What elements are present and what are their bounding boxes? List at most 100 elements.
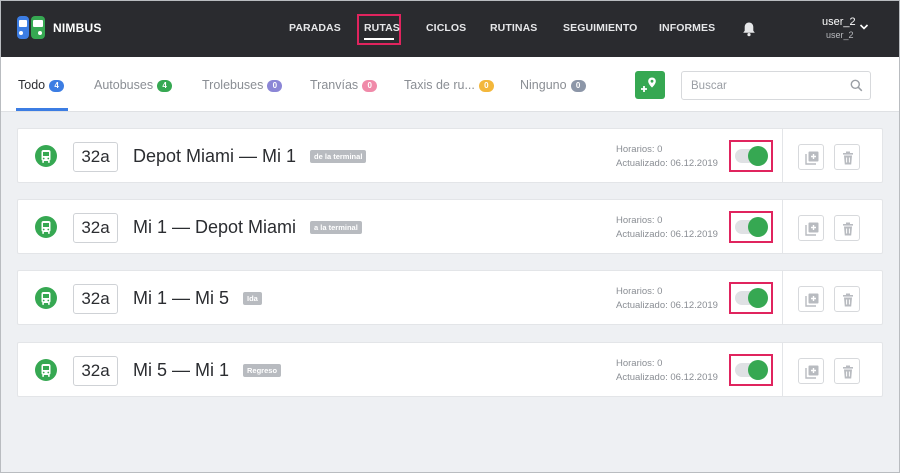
brand-name: NIMBUS (53, 21, 102, 35)
count-badge: 0 (478, 80, 494, 92)
bus-icon (35, 359, 57, 381)
copy-route-button[interactable] (798, 286, 824, 312)
tab-label: Ninguno (520, 78, 567, 92)
filter-bar: Todo 4 Autobuses 4 Trolebuses 0 Tranvías 0 T… (0, 57, 900, 112)
route-meta: Horarios: 0 Actualizado: 06.12.2019 (616, 214, 718, 242)
nimbus-logo-icon (17, 16, 45, 39)
delete-route-button[interactable] (834, 215, 860, 241)
tab-label: Autobuses (94, 78, 154, 92)
bus-icon (35, 145, 57, 167)
updated-date: Actualizado: 06.12.2019 (616, 372, 718, 383)
nav-ciclos[interactable]: CICLOS (426, 22, 466, 34)
updated-date: Actualizado: 06.12.2019 (616, 229, 718, 240)
route-card[interactable]: 32a Depot Miami — Mi 1 de la terminal Hor… (17, 128, 883, 183)
count-badge: 0 (267, 80, 283, 92)
bell-icon[interactable] (741, 21, 757, 37)
route-meta: Horarios: 0 Actualizado: 06.12.2019 (616, 285, 718, 313)
route-name[interactable]: Depot Miami — Mi 1 de la terminal (133, 146, 367, 167)
trash-icon (843, 365, 853, 379)
tab-trolebuses[interactable]: Trolebuses 0 (202, 78, 283, 92)
active-tab-underline (16, 108, 68, 111)
count-badge: 0 (362, 80, 378, 92)
route-name-text: Mi 5 — Mi 1 (133, 360, 230, 380)
delete-route-button[interactable] (834, 144, 860, 170)
route-active-toggle[interactable] (735, 146, 768, 166)
nav-seguimiento[interactable]: SEGUIMIENTO (563, 22, 637, 34)
nav-paradas[interactable]: PARADAS (289, 22, 341, 34)
user-name[interactable]: user_2 (822, 16, 856, 28)
copy-add-icon (805, 222, 819, 236)
schedules-count: Horarios: 0 (616, 358, 663, 369)
search-icon[interactable] (850, 79, 863, 92)
tab-taxis[interactable]: Taxis de ru... 0 (404, 78, 494, 92)
tab-label: Todo (18, 78, 46, 92)
add-route-button[interactable] (635, 71, 665, 99)
delete-route-button[interactable] (834, 358, 860, 384)
route-name[interactable]: Mi 1 — Depot Miami a la terminal (133, 217, 362, 238)
copy-route-button[interactable] (798, 215, 824, 241)
route-number[interactable]: 32a (73, 356, 118, 386)
updated-date: Actualizado: 06.12.2019 (616, 158, 718, 169)
route-name-text: Mi 1 — Depot Miami (133, 217, 297, 237)
copy-route-button[interactable] (798, 358, 824, 384)
schedules-count: Horarios: 0 (616, 286, 663, 297)
route-card[interactable]: 32a Mi 5 — Mi 1 Regreso Horarios: 0 Actua… (17, 342, 883, 397)
direction-tag: Regreso (243, 364, 282, 377)
divider (782, 200, 783, 253)
updated-date: Actualizado: 06.12.2019 (616, 300, 718, 311)
route-meta: Horarios: 0 Actualizado: 06.12.2019 (616, 357, 718, 385)
nav-rutinas[interactable]: RUTINAS (490, 22, 537, 34)
direction-tag: de la terminal (310, 150, 367, 163)
divider (782, 271, 783, 324)
toggle-knob (748, 288, 768, 308)
bus-icon (35, 216, 57, 238)
count-badge: 0 (570, 80, 586, 92)
user-subtitle: user_2 (826, 30, 854, 40)
divider (782, 129, 783, 182)
route-active-toggle[interactable] (735, 288, 768, 308)
route-number[interactable]: 32a (73, 213, 118, 243)
trash-icon (843, 151, 853, 165)
top-navigation-bar: NIMBUS PARADAS RUTAS CICLOS RUTINAS SEGU… (0, 0, 900, 57)
route-card[interactable]: 32a Mi 1 — Mi 5 Ida Horarios: 0 Actualiza… (17, 270, 883, 325)
map-pin-add-icon (641, 77, 656, 92)
nav-informes[interactable]: INFORMES (659, 22, 715, 34)
bus-icon (35, 287, 57, 309)
route-name-text: Depot Miami — Mi 1 (133, 146, 297, 166)
tab-label: Taxis de ru... (404, 78, 475, 92)
tab-label: Tranvías (310, 78, 359, 92)
delete-route-button[interactable] (834, 286, 860, 312)
divider (782, 343, 783, 396)
tab-ninguno[interactable]: Ninguno 0 (520, 78, 586, 92)
nav-rutas[interactable]: RUTAS (364, 22, 400, 34)
route-name-text: Mi 1 — Mi 5 (133, 288, 230, 308)
route-meta: Horarios: 0 Actualizado: 06.12.2019 (616, 143, 718, 171)
tab-tranvias[interactable]: Tranvías 0 (310, 78, 378, 92)
schedules-count: Horarios: 0 (616, 215, 663, 226)
trash-icon (843, 293, 853, 307)
route-number[interactable]: 32a (73, 142, 118, 172)
tab-label: Trolebuses (202, 78, 264, 92)
tab-autobuses[interactable]: Autobuses 4 (94, 78, 173, 92)
route-name[interactable]: Mi 5 — Mi 1 Regreso (133, 360, 282, 381)
search-input[interactable] (682, 72, 842, 99)
route-card[interactable]: 32a Mi 1 — Depot Miami a la terminal Hora… (17, 199, 883, 254)
toggle-knob (748, 360, 768, 380)
trash-icon (843, 222, 853, 236)
count-badge: 4 (157, 80, 173, 92)
schedules-count: Horarios: 0 (616, 144, 663, 155)
route-name[interactable]: Mi 1 — Mi 5 Ida (133, 288, 262, 309)
route-active-toggle[interactable] (735, 217, 768, 237)
tab-todo[interactable]: Todo 4 (18, 78, 65, 92)
route-active-toggle[interactable] (735, 360, 768, 380)
copy-add-icon (805, 151, 819, 165)
chevron-down-icon[interactable] (859, 23, 869, 31)
toggle-knob (748, 217, 768, 237)
toggle-knob (748, 146, 768, 166)
copy-route-button[interactable] (798, 144, 824, 170)
route-number[interactable]: 32a (73, 284, 118, 314)
direction-tag: Ida (243, 292, 262, 305)
search-box (681, 71, 871, 100)
nav-active-underline (364, 38, 394, 40)
count-badge: 4 (49, 80, 65, 92)
